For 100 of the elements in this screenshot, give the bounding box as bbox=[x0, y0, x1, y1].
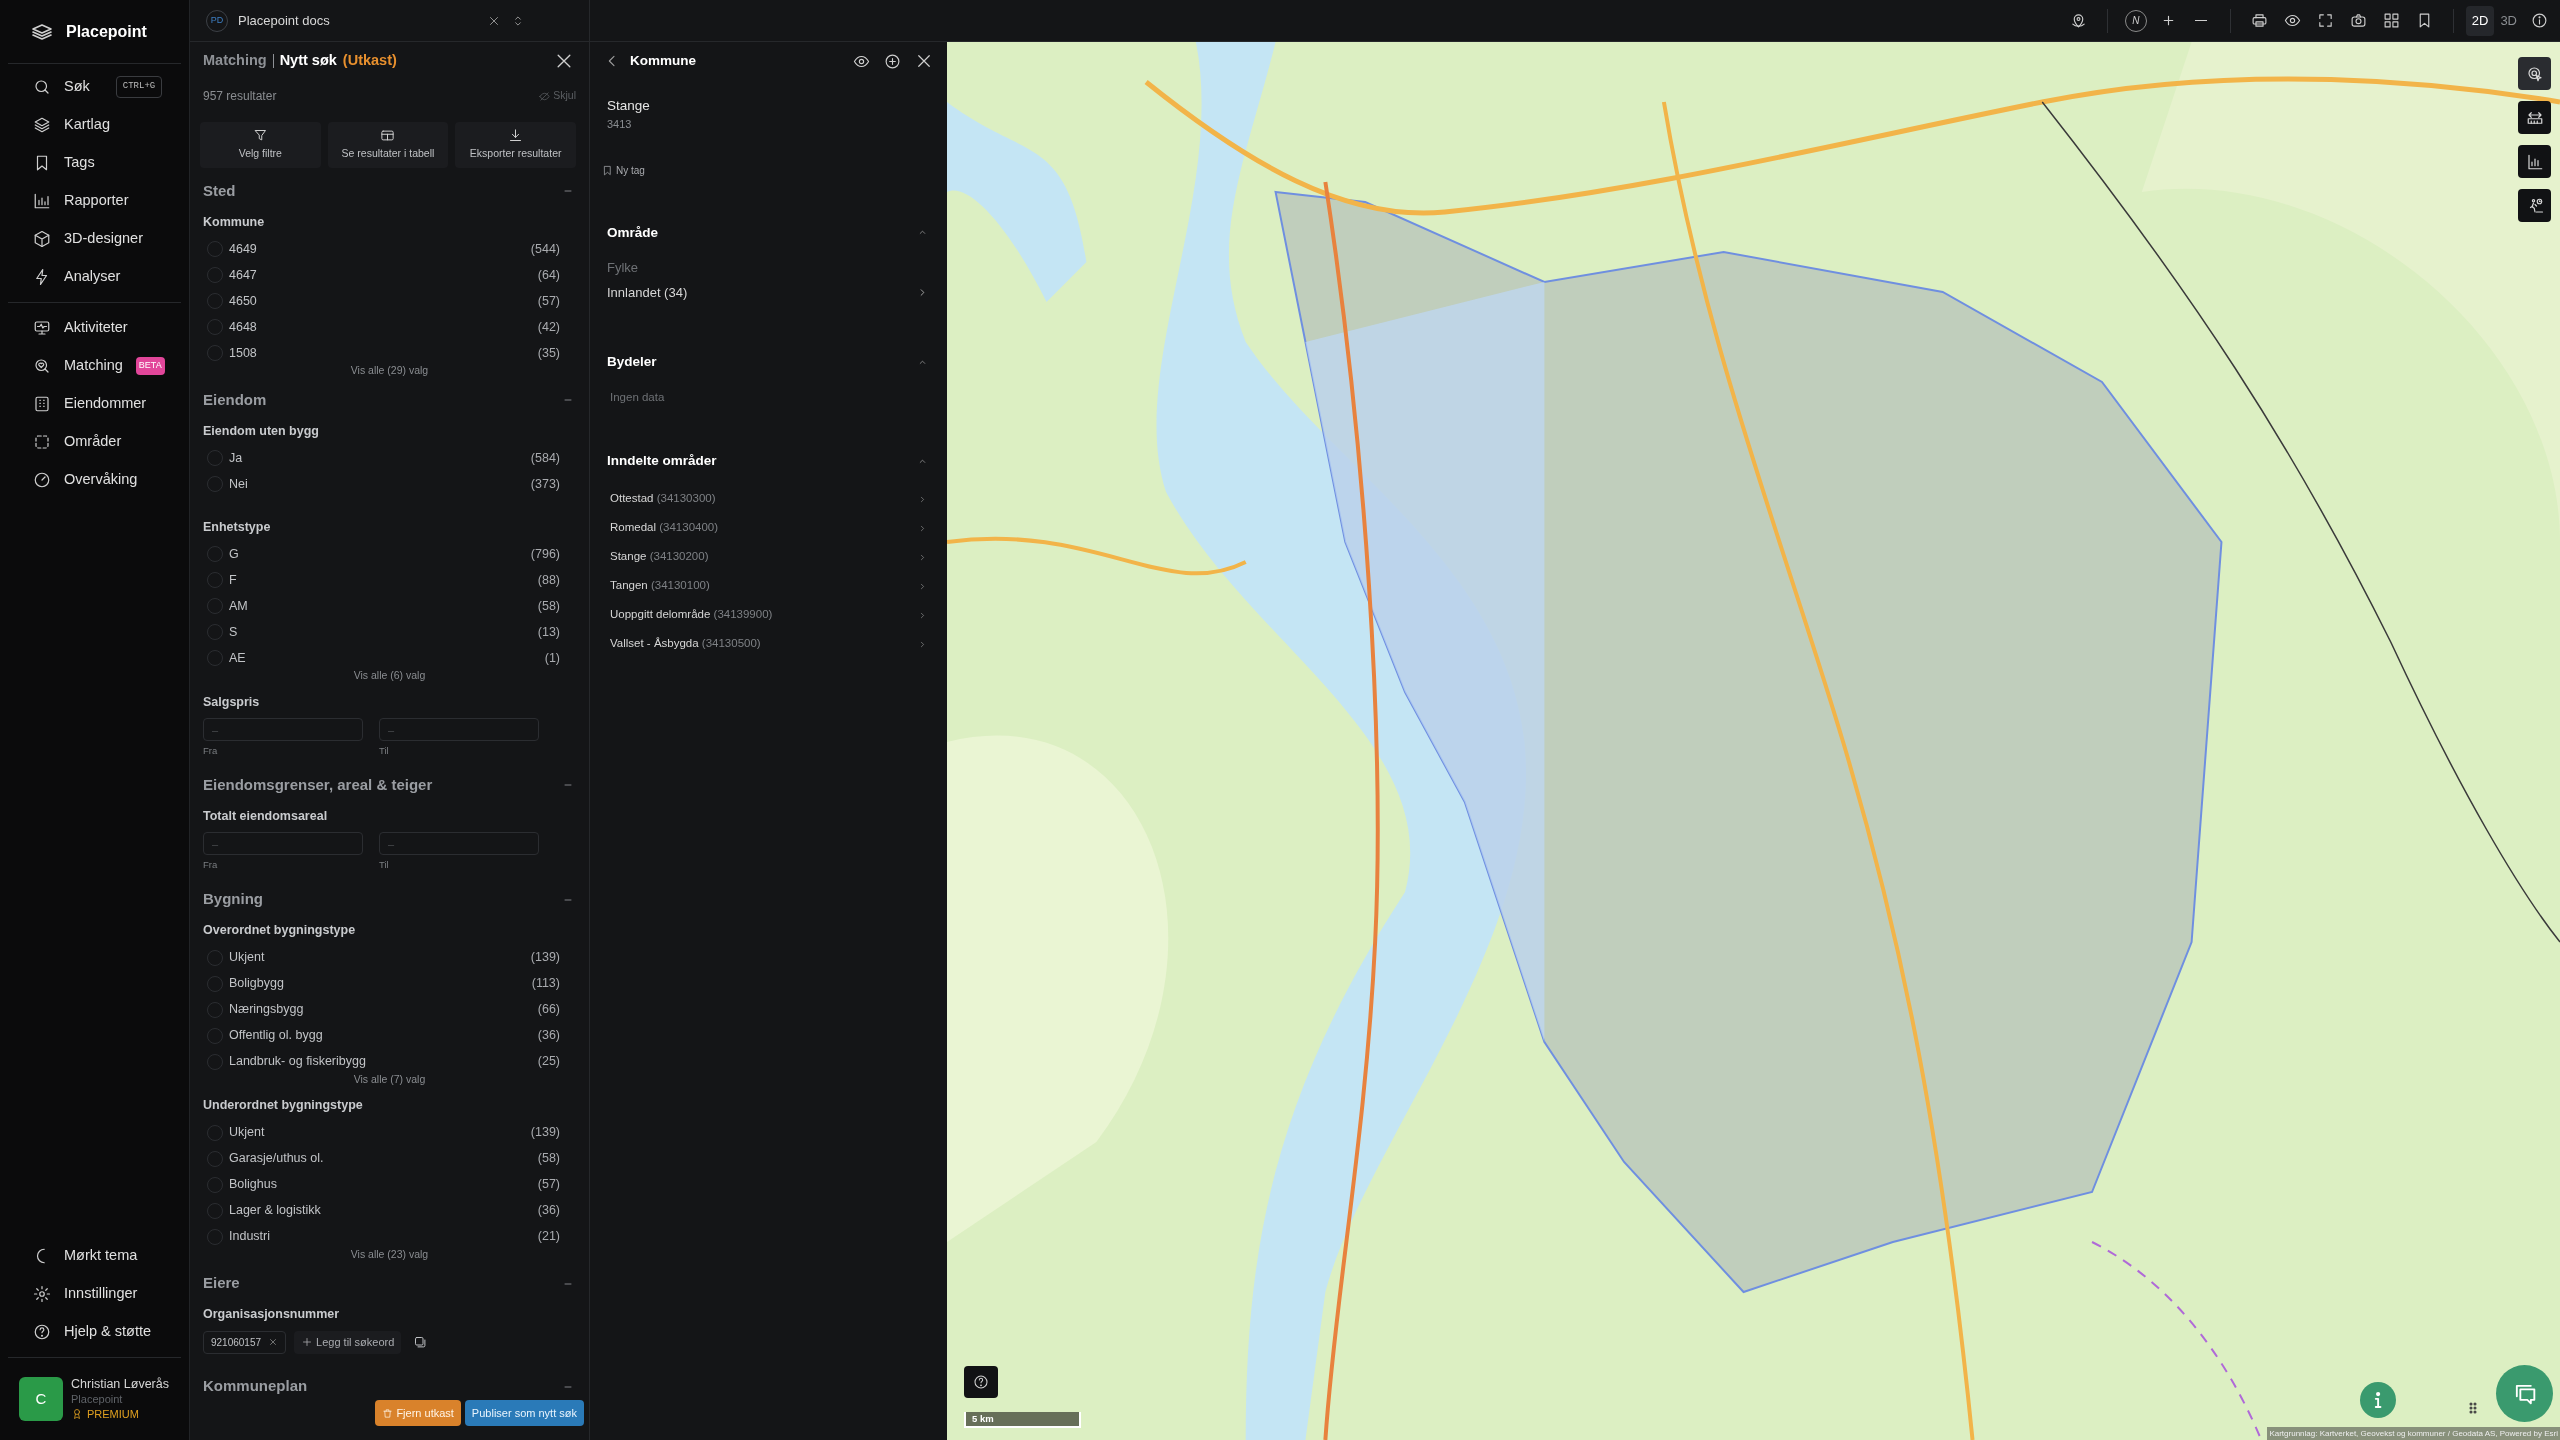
dashed-square-icon bbox=[33, 433, 51, 451]
walk-time-button[interactable] bbox=[2518, 189, 2551, 222]
filter-label: Enhetstype bbox=[203, 518, 272, 536]
nav-item[interactable]: Analyser bbox=[8, 258, 181, 296]
scale-bar: 5 km bbox=[964, 1412, 1081, 1428]
subarea-link[interactable]: Uoppgitt delområde (34139900) bbox=[607, 600, 930, 630]
option-count: (64) bbox=[537, 266, 560, 284]
chevron-right-icon bbox=[918, 581, 927, 591]
layers-icon bbox=[33, 116, 51, 134]
settings-icon bbox=[33, 1285, 51, 1303]
option-label: 1508 bbox=[229, 344, 258, 362]
publish-button[interactable]: Publiser som nytt søk bbox=[464, 1400, 584, 1426]
nav-item[interactable]: Innstillinger bbox=[8, 1275, 181, 1313]
bookmark-icon bbox=[602, 164, 613, 176]
nav-item[interactable]: Søk CTRL+G bbox=[8, 68, 181, 106]
show-all-link[interactable]: Vis alle (6) valg bbox=[353, 667, 426, 683]
area-code: 3413 bbox=[607, 117, 633, 133]
view-mode-tab[interactable]: 2D bbox=[2465, 5, 2495, 36]
option-label: Landbruk- og fiskeribygg bbox=[229, 1053, 367, 1071]
option-count: (1) bbox=[544, 649, 560, 667]
eye-icon bbox=[2283, 12, 2301, 29]
show-all-link[interactable]: Vis alle (29) valg bbox=[350, 362, 429, 378]
crosshair-icon[interactable] bbox=[884, 52, 901, 70]
option-count: (544) bbox=[530, 240, 560, 258]
range-input[interactable]: – bbox=[203, 718, 363, 741]
nav-item[interactable]: Rapporter bbox=[8, 182, 181, 220]
statistics-icon bbox=[2525, 152, 2544, 171]
option-label: F bbox=[229, 571, 238, 589]
nav-item[interactable]: Kartlag bbox=[8, 106, 181, 144]
option-label: Lager & logistikk bbox=[229, 1202, 322, 1220]
option-count: (35) bbox=[537, 344, 560, 362]
user-name: Christian Løverås bbox=[71, 1376, 169, 1392]
range-input[interactable]: – bbox=[379, 832, 539, 856]
panel-title: Kommune bbox=[630, 51, 697, 70]
show-all-link[interactable]: Vis alle (7) valg bbox=[353, 1070, 426, 1087]
map-attribution: Kartgrunnlag: Kartverket, Geovekst og kommuner / Geodata AS, Powered by Esri bbox=[2267, 1427, 2560, 1440]
camera-icon bbox=[2349, 12, 2367, 29]
nav-item[interactable]: Mørkt tema bbox=[8, 1237, 181, 1275]
subarea-link[interactable]: Romedal (34130400) bbox=[607, 513, 930, 543]
chevron-right-icon bbox=[918, 552, 927, 562]
action-button[interactable]: Eksporter resultater bbox=[455, 122, 576, 168]
nav-item[interactable]: 3D-designer bbox=[8, 220, 181, 258]
section-title: Bydeler bbox=[607, 353, 657, 372]
action-button[interactable]: Velg filtre bbox=[200, 122, 321, 168]
field-label: Fylke bbox=[607, 258, 640, 277]
show-all-link[interactable]: Vis alle (23) valg bbox=[350, 1245, 429, 1262]
option-label: AE bbox=[229, 649, 247, 667]
section-title: Område bbox=[607, 223, 659, 242]
area-link[interactable]: Innlandet (34) bbox=[607, 277, 930, 308]
help-button[interactable] bbox=[964, 1366, 998, 1398]
zoom-out-icon bbox=[2195, 19, 2208, 22]
close-icon[interactable] bbox=[915, 52, 933, 70]
eye-off-icon bbox=[539, 90, 551, 102]
option-count: (66) bbox=[537, 1001, 560, 1019]
section-title: Eiere bbox=[203, 1273, 240, 1294]
remove-icon[interactable] bbox=[268, 1337, 279, 1347]
option-label: S bbox=[229, 623, 239, 641]
filter-label: Overordnet bygningstype bbox=[203, 922, 357, 940]
breadcrumb-link[interactable]: Matching bbox=[203, 50, 267, 72]
print-icon bbox=[2250, 12, 2268, 29]
filter-label: Organisasjonsnummer bbox=[203, 1306, 341, 1324]
new-tag-button[interactable]: Ny tag bbox=[602, 162, 645, 178]
option-label: Bolighus bbox=[229, 1176, 278, 1194]
select-tool-icon bbox=[2525, 64, 2544, 83]
nav-item[interactable]: Tags bbox=[8, 144, 181, 182]
range-input[interactable]: – bbox=[379, 718, 539, 741]
action-button[interactable]: Se resultater i tabell bbox=[327, 122, 449, 168]
option-count: (57) bbox=[537, 292, 560, 310]
section-title: Eiendom bbox=[203, 389, 267, 410]
view-mode-tab[interactable]: 3D bbox=[2494, 5, 2523, 36]
user-org: Placepoint bbox=[71, 1391, 124, 1407]
subarea-link[interactable]: Tangen (34130100) bbox=[607, 571, 930, 601]
subarea-link[interactable]: Stange (34130200) bbox=[607, 542, 930, 572]
document-tab[interactable]: PD Placepoint docs bbox=[190, 0, 590, 41]
empty-text: Ingen data bbox=[609, 390, 666, 406]
fullscreen-icon bbox=[2316, 12, 2334, 29]
filter-label: Totalt eiendomsareal bbox=[203, 807, 329, 825]
nav-item[interactable]: Aktiviteter bbox=[8, 309, 181, 347]
subarea-link[interactable]: Vallset - Åsbygda (34130500) bbox=[607, 629, 930, 659]
nav-item[interactable]: Overvåking bbox=[8, 461, 181, 499]
option-count: (36) bbox=[537, 1202, 560, 1220]
nav-item[interactable]: Matching BETA bbox=[8, 347, 181, 385]
plan-label: PREMIUM bbox=[87, 1406, 139, 1422]
measure-button[interactable] bbox=[2518, 101, 2551, 134]
nav-item[interactable]: Områder bbox=[8, 423, 181, 461]
subarea-link[interactable]: Ottestad (34130300) bbox=[607, 484, 930, 514]
nav-item[interactable]: Eiendommer bbox=[8, 385, 181, 423]
option-label: G bbox=[229, 545, 240, 563]
range-input[interactable]: – bbox=[203, 832, 363, 856]
result-count: 957 resultater bbox=[203, 88, 277, 105]
range-caption: Til bbox=[379, 858, 390, 873]
option-label: Ja bbox=[229, 449, 244, 467]
option-count: (13) bbox=[537, 623, 560, 641]
nav-item[interactable]: Hjelp & støtte bbox=[8, 1313, 181, 1351]
select-tool-button[interactable] bbox=[2518, 57, 2551, 90]
plus-icon bbox=[301, 1336, 314, 1348]
bar-chart-icon bbox=[33, 192, 51, 210]
copy-icon[interactable] bbox=[413, 1334, 429, 1350]
add-keyword-button[interactable]: Legg til søkeord bbox=[294, 1330, 402, 1354]
statistics-button[interactable] bbox=[2518, 145, 2551, 178]
